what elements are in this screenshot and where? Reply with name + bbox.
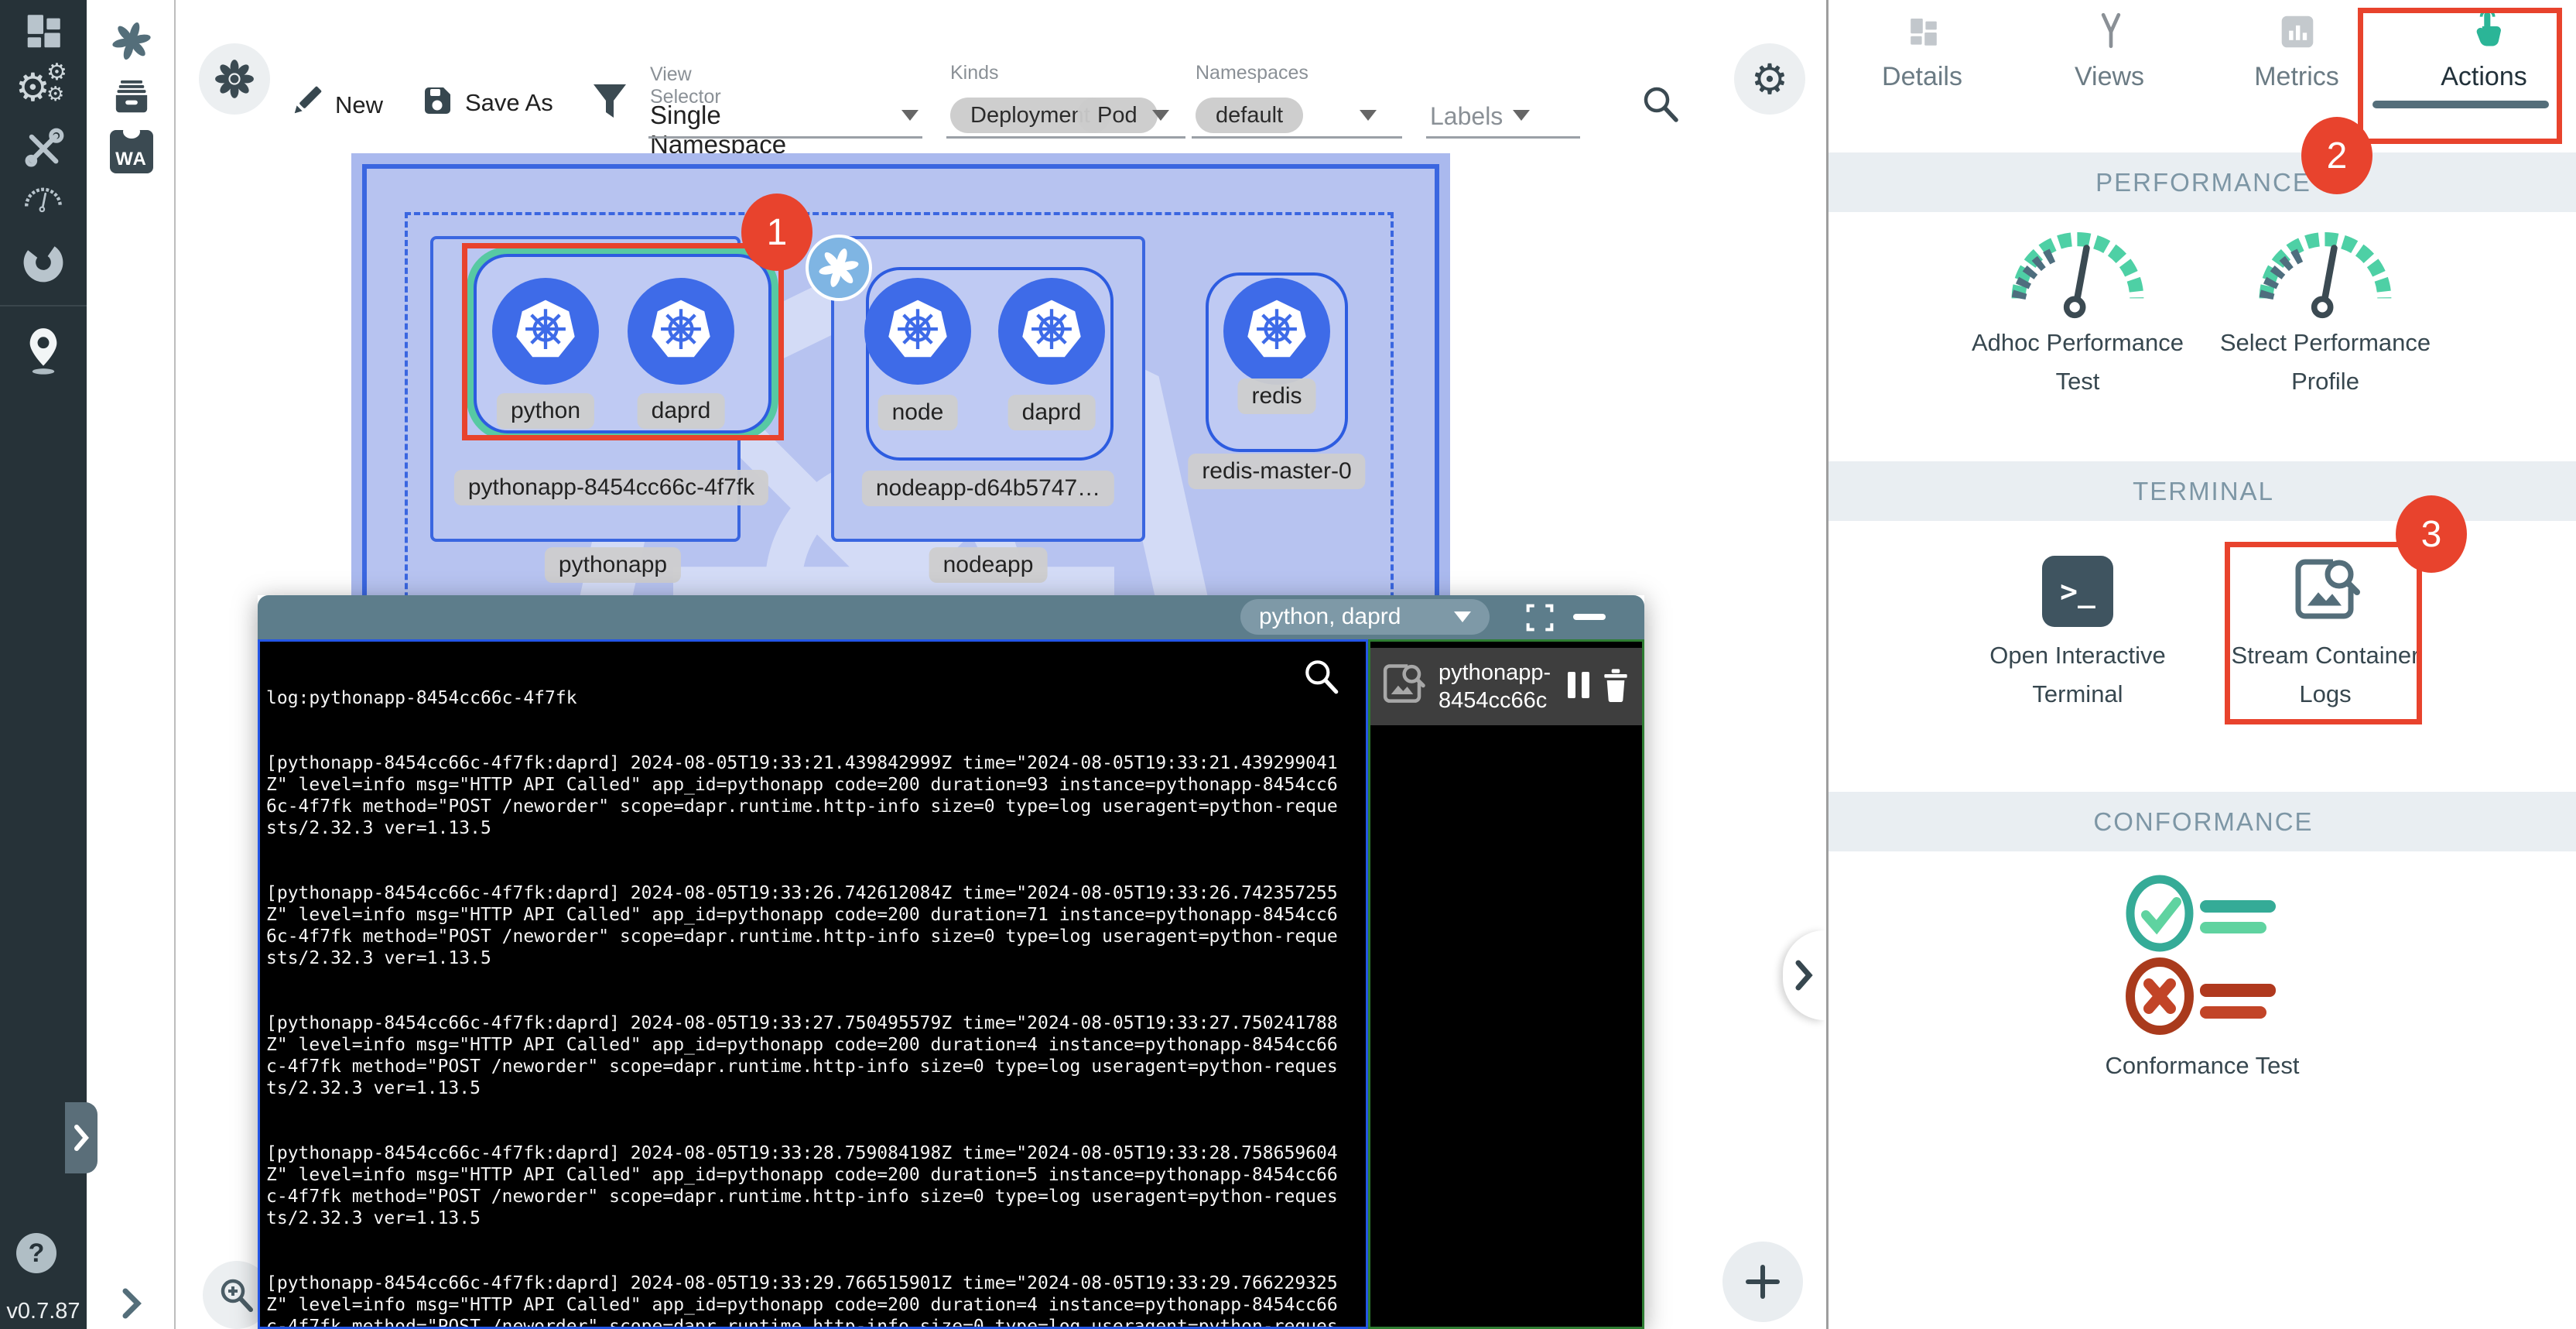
log-source-line: log:pythonapp-8454cc66c-4f7fk <box>266 687 1338 709</box>
annotation-badge-1: 1 <box>741 194 812 271</box>
annotation-rect-2 <box>2358 8 2562 144</box>
container-node-icon[interactable] <box>864 278 971 385</box>
terminal-header[interactable]: python, daprd <box>258 595 1644 639</box>
terminal-section-header: TERMINAL <box>1829 461 2576 521</box>
labels-placeholder[interactable]: Labels <box>1430 102 1503 131</box>
minimize-icon[interactable] <box>1573 614 1606 620</box>
version-label: v0.7.87 <box>0 1299 87 1324</box>
canvas-mode-button[interactable] <box>199 43 270 115</box>
sidebar-divider <box>0 305 87 307</box>
conformance-section-header: CONFORMANCE <box>1829 792 2576 851</box>
app-screen: ⚙ ⚙ ⚙ <box>0 0 2576 1329</box>
chevron-down-icon[interactable] <box>1360 110 1377 121</box>
container-redis-icon[interactable] <box>1223 278 1330 385</box>
toolbox-icon[interactable] <box>0 126 87 171</box>
save-as-label: Save As <box>465 89 553 117</box>
plugin-strip: WA <box>87 0 176 1329</box>
annotation-rect-3 <box>2225 542 2422 724</box>
log-entry: [pythonapp-8454cc66c-4f7fk:daprd] 2024-0… <box>266 752 1338 839</box>
magnifier-cursor-icon <box>1302 656 1342 700</box>
log-terminal-window[interactable]: python, daprd log:pythonapp-8454cc66c-4f… <box>258 595 1644 1329</box>
container-label: redis <box>1237 378 1315 414</box>
sidebar-expand-handle[interactable] <box>65 1102 97 1173</box>
dapr-icon[interactable] <box>87 19 176 63</box>
details-panel: Details Views Metrics <box>1826 0 2576 1329</box>
deployment-label: nodeapp <box>929 547 1048 583</box>
search-icon[interactable] <box>1640 84 1679 126</box>
chevron-down-icon[interactable] <box>1513 110 1530 121</box>
settings-gears-icon[interactable]: ⚙ ⚙ ⚙ <box>0 65 87 110</box>
pause-stream-icon[interactable] <box>1566 670 1592 704</box>
annotation-rect-1 <box>462 243 784 440</box>
container-selector-dropdown[interactable]: python, daprd <box>1240 599 1490 635</box>
gauge-icon <box>1996 224 2159 324</box>
pencil-icon <box>290 85 324 125</box>
save-icon <box>420 84 454 122</box>
tab-views[interactable]: Views <box>2016 0 2203 116</box>
container-selector-value: python, daprd <box>1259 604 1401 630</box>
terminal-prompt-icon: >_ <box>2042 556 2113 627</box>
help-icon[interactable]: ? <box>16 1233 56 1273</box>
canvas-area[interactable]: New Save As View Selector Single Namespa… <box>176 0 1825 1329</box>
panel-collapse-handle[interactable] <box>1783 930 1825 1020</box>
save-as-button[interactable]: Save As <box>420 84 553 122</box>
settings-gear-button[interactable]: ⚙ <box>1734 43 1805 115</box>
dashboard-icon[interactable] <box>0 9 87 54</box>
namespace-chip-default[interactable]: default <box>1196 98 1303 133</box>
log-entry: [pythonapp-8454cc66c-4f7fk:daprd] 2024-0… <box>266 1012 1338 1099</box>
log-entry: [pythonapp-8454cc66c-4f7fk:daprd] 2024-0… <box>266 882 1338 969</box>
session-name: pythonapp-8454cc66c <box>1439 659 1551 714</box>
kind-chip-pod[interactable]: Pod <box>1077 98 1158 133</box>
grid-icon <box>1905 14 1942 55</box>
chevron-down-icon[interactable] <box>1152 110 1169 121</box>
branch-icon <box>2092 11 2130 55</box>
add-node-button[interactable] <box>1722 1242 1803 1322</box>
pod-label: nodeapp-d64b5747… <box>862 471 1114 506</box>
performance-gauge-icon[interactable] <box>0 180 87 218</box>
image-search-icon <box>1370 661 1428 713</box>
charts-icon[interactable] <box>0 240 87 285</box>
archive-box-icon[interactable] <box>87 74 176 118</box>
gear-icon: ⚙ <box>1751 55 1788 104</box>
chevron-down-icon[interactable] <box>901 110 919 121</box>
fullscreen-icon[interactable] <box>1524 601 1556 638</box>
tab-details[interactable]: Details <box>1829 0 2016 116</box>
dapr-sidecar-icon <box>806 235 872 301</box>
filter-funnel-icon[interactable] <box>591 82 628 126</box>
container-label: daprd <box>1008 395 1096 430</box>
webassembly-icon[interactable]: WA <box>87 130 176 173</box>
log-output-pane[interactable]: log:pythonapp-8454cc66c-4f7fk [pythonapp… <box>258 639 1368 1329</box>
kinds-label: Kinds <box>950 62 999 84</box>
namespaces-label: Namespaces <box>1196 62 1309 84</box>
view-selector-value[interactable]: Single Namespace <box>650 101 786 159</box>
strip-expand-chevron[interactable] <box>87 1286 176 1320</box>
gauge-icon <box>2244 224 2407 324</box>
new-label: New <box>335 91 383 119</box>
pod-label: pythonapp-8454cc66c-4f7fk <box>454 470 768 505</box>
bar-chart-icon <box>2280 14 2315 53</box>
log-sessions-pane[interactable]: pythonapp-8454cc66c <box>1368 639 1644 1329</box>
performance-section-header: PERFORMANCE <box>1829 152 2576 212</box>
conformance-check-icon <box>2113 871 2291 1045</box>
location-pin-icon[interactable] <box>0 322 87 378</box>
container-label: node <box>878 395 958 430</box>
left-sidebar: ⚙ ⚙ ⚙ <box>0 0 87 1329</box>
container-daprd-icon[interactable] <box>998 278 1105 385</box>
chevron-down-icon <box>1454 611 1471 622</box>
log-entry: [pythonapp-8454cc66c-4f7fk:daprd] 2024-0… <box>266 1272 1338 1329</box>
log-session-tab[interactable]: pythonapp-8454cc66c <box>1370 648 1642 725</box>
new-button[interactable]: New <box>290 85 383 125</box>
deployment-label: pythonapp <box>545 547 681 583</box>
trash-icon[interactable] <box>1600 668 1631 706</box>
pod-label: redis-master-0 <box>1188 454 1365 489</box>
log-entry: [pythonapp-8454cc66c-4f7fk:daprd] 2024-0… <box>266 1142 1338 1229</box>
